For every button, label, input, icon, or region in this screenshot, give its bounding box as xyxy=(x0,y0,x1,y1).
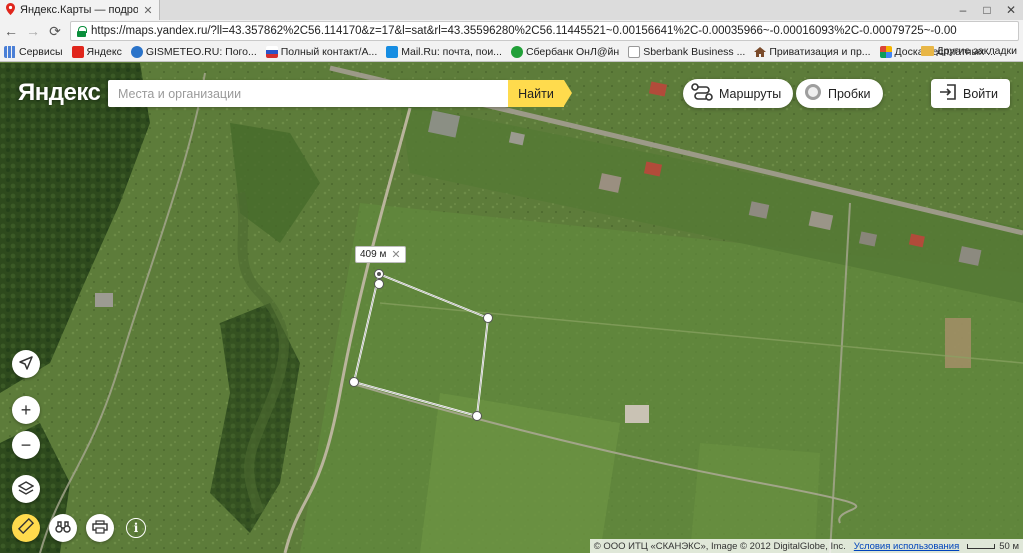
bookmark-item[interactable]: GISMETEO.RU: Пого... xyxy=(130,45,257,58)
forward-icon[interactable]: → xyxy=(22,20,44,42)
bookmark-item[interactable]: Сбербанк ОнЛ@йн xyxy=(510,45,619,58)
map-footer: © ООО ИТЦ «СКАНЭКС», Image © 2012 Digita… xyxy=(589,539,1023,553)
traffic-label: Пробки xyxy=(828,86,871,101)
login-button[interactable]: Войти xyxy=(931,79,1010,108)
info-icon[interactable]: i xyxy=(126,518,146,538)
copyright-text: © ООО ИТЦ «СКАНЭКС», Image © 2012 Digita… xyxy=(593,540,846,552)
search-button[interactable]: Найти xyxy=(508,80,572,107)
measure-distance-label: 409 м ✕ xyxy=(355,246,406,263)
map-view[interactable]: Яндекс Найти Маршруты Пробки Войти 409 м… xyxy=(0,63,1023,553)
layers-button[interactable] xyxy=(12,475,40,503)
folder-icon xyxy=(920,46,934,56)
window-close-icon[interactable]: ✕ xyxy=(999,0,1023,20)
scale-indicator: 50 м xyxy=(967,541,1019,552)
flag-icon xyxy=(265,45,278,58)
back-icon[interactable]: ← xyxy=(0,20,22,42)
bookmarks-bar: Сервисы Яндекс GISMETEO.RU: Пого... Полн… xyxy=(0,42,1023,62)
lock-icon xyxy=(77,25,87,37)
scale-bar xyxy=(967,543,996,549)
bookmark-item[interactable]: Яндекс xyxy=(71,45,122,58)
board-icon xyxy=(879,45,892,58)
login-icon xyxy=(939,84,957,103)
geolocation-button[interactable] xyxy=(12,350,40,378)
traffic-icon xyxy=(804,83,822,104)
route-icon xyxy=(691,83,713,104)
bookmark-item[interactable]: Полный контакт/А... xyxy=(265,45,377,58)
browser-tab[interactable]: Яндекс.Карты — подробная карта ✕ xyxy=(0,0,160,20)
zoom-out-button[interactable]: − xyxy=(12,431,40,459)
reload-icon[interactable]: ⟳ xyxy=(44,20,66,42)
plus-icon: + xyxy=(20,399,32,420)
house-icon xyxy=(754,46,767,58)
tab-strip: Яндекс.Карты — подробная карта ✕ – □ ✕ xyxy=(0,0,1023,20)
close-icon[interactable]: ✕ xyxy=(391,248,400,261)
bookmark-item[interactable]: Mail.Ru: почта, пои... xyxy=(386,45,502,58)
routes-button[interactable]: Маршруты xyxy=(683,79,794,108)
url-field[interactable]: https://maps.yandex.ru/?ll=43.357862%2C5… xyxy=(70,21,1019,41)
mail-icon xyxy=(386,45,399,58)
search-input[interactable] xyxy=(118,86,508,101)
ruler-icon xyxy=(17,517,35,539)
printer-icon xyxy=(92,518,108,539)
ruler-button[interactable] xyxy=(12,514,40,542)
binoculars-icon xyxy=(55,518,71,539)
zoom-in-button[interactable]: + xyxy=(12,396,40,424)
routes-label: Маршруты xyxy=(719,86,782,101)
other-bookmarks[interactable]: Другие закладки xyxy=(920,45,1017,57)
satellite-imagery xyxy=(0,63,1023,553)
bookmark-item[interactable]: Приватизация и пр... xyxy=(754,46,871,58)
panorama-button[interactable] xyxy=(49,514,77,542)
bookmark-item[interactable]: Sberbank Business ... xyxy=(628,45,745,58)
scale-label: 50 м xyxy=(999,540,1019,552)
maximize-icon[interactable]: □ xyxy=(975,0,999,20)
search-box[interactable] xyxy=(108,80,508,107)
traffic-button[interactable]: Пробки xyxy=(796,79,883,108)
minus-icon: − xyxy=(20,434,32,455)
yandex-logo[interactable]: Яндекс xyxy=(18,79,101,107)
bookmark-item[interactable]: Сервисы xyxy=(4,45,63,58)
minimize-icon[interactable]: – xyxy=(951,0,975,20)
login-label: Войти xyxy=(963,86,998,101)
layers-icon xyxy=(17,479,35,500)
terms-link[interactable]: Условия использования xyxy=(854,541,959,552)
yandex-icon xyxy=(71,45,84,58)
address-bar: ← → ⟳ https://maps.yandex.ru/?ll=43.3578… xyxy=(0,20,1023,42)
sberbank-icon xyxy=(510,45,523,58)
print-button[interactable] xyxy=(86,514,114,542)
tab-close-icon[interactable]: ✕ xyxy=(143,4,153,17)
tab-title: Яндекс.Карты — подробная карта xyxy=(20,4,138,16)
distance-value: 409 м xyxy=(360,249,387,260)
location-arrow-icon xyxy=(19,354,33,375)
map-pin-icon xyxy=(6,2,15,18)
url-text: https://maps.yandex.ru/?ll=43.357862%2C5… xyxy=(91,25,957,37)
apps-icon xyxy=(4,45,16,58)
page-icon xyxy=(628,45,641,58)
gismeteo-icon xyxy=(130,45,143,58)
